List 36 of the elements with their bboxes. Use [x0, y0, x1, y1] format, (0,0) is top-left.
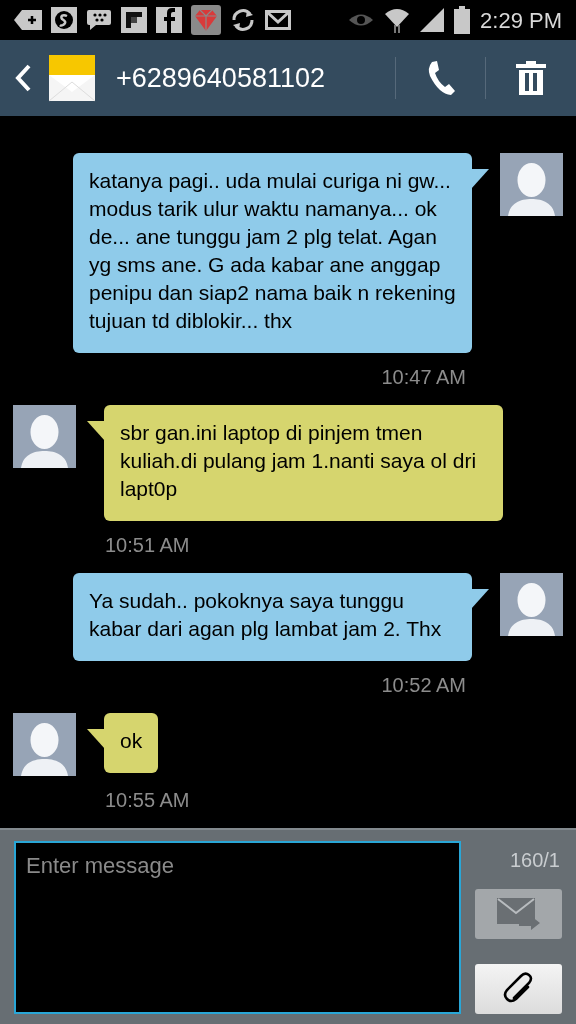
character-counter: 160/1 — [509, 848, 560, 873]
sync-icon — [230, 7, 256, 33]
avatar-icon — [500, 153, 563, 216]
chat-bubble-icon — [86, 8, 112, 32]
avatar-icon — [500, 573, 563, 636]
signal-icon — [420, 8, 445, 32]
send-mail-icon — [496, 898, 541, 930]
contact-number: +6289640581102 — [116, 61, 326, 95]
message-bubble: sbr gan.ini laptop di pinjem tmen kuliah.di pulang jam 1.nanti saya ol dri lapt0p — [104, 405, 503, 521]
gem-icon — [191, 5, 221, 35]
flipboard-icon — [121, 7, 147, 33]
attach-button[interactable] — [475, 964, 562, 1014]
avatar-icon — [13, 405, 76, 468]
message-bubble: katanya pagi.. uda mulai curiga ni gw... modus tarik ulur waktu namanya... ok de... ane tunggu jam 2 plg telat. Agan yg sms ane. G ada kabar ane anggap penipu dan siap2 nama baik n rekening tujuan td diblokir... thx — [73, 153, 472, 353]
message-time: 10:51 AM — [105, 533, 190, 557]
message-time: 10:52 AM — [381, 673, 466, 697]
wifi-icon — [384, 7, 411, 33]
clock-time: 2:29 PM — [480, 6, 562, 35]
message-time: 10:55 AM — [105, 788, 190, 812]
s-app-icon — [51, 7, 77, 33]
message-bubble: Ya sudah.. pokoknya saya tunggu kabar dari agan plg lambat jam 2. Thx — [73, 573, 472, 661]
message-time: 10:47 AM — [381, 365, 466, 389]
battery-icon — [454, 6, 471, 34]
message-input[interactable]: Enter message — [14, 841, 461, 1014]
add-tag-icon — [14, 9, 42, 31]
avatar-icon — [13, 713, 76, 776]
envelope-icon — [48, 54, 96, 102]
mail-icon — [265, 9, 291, 31]
back-icon — [14, 63, 32, 93]
bubble-tail-icon — [471, 169, 489, 189]
f-app-icon — [156, 7, 182, 33]
bubble-tail-icon — [471, 589, 489, 609]
bubble-tail-icon — [87, 421, 105, 441]
trash-icon — [516, 61, 546, 95]
message-bubble: ok — [104, 713, 159, 773]
bubble-tail-icon — [87, 729, 105, 749]
